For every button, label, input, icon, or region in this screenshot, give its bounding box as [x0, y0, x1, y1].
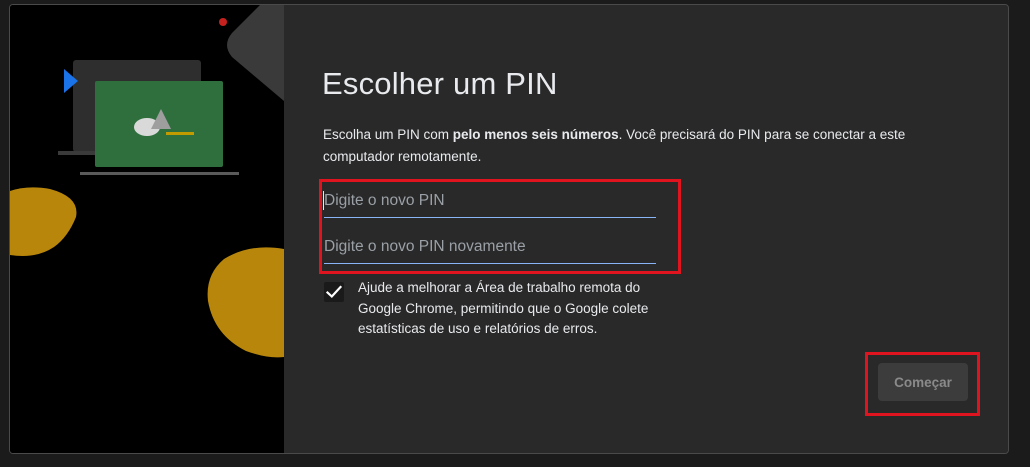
- instructions-text-start: Escolha um PIN com: [323, 127, 453, 142]
- pin-setup-dialog: Escolher um PIN Escolha um PIN com pelo …: [9, 4, 1009, 454]
- yellow-bar-shape: [166, 132, 194, 135]
- start-button-highlight: [865, 352, 980, 416]
- consent-label: Ajude a melhorar a Área de trabalho remo…: [358, 280, 649, 336]
- check-icon: [326, 285, 342, 299]
- consent-checkbox[interactable]: [324, 282, 344, 302]
- pin-form-panel: Escolher um PIN Escolha um PIN com pelo …: [284, 5, 1008, 453]
- pin-fields-highlight: [319, 179, 681, 274]
- red-dot: [219, 18, 227, 26]
- pin-instructions: Escolha um PIN com pelo menos seis númer…: [323, 124, 933, 168]
- monitor-stand: [80, 172, 239, 175]
- illustration-panel: [10, 5, 284, 453]
- page-title: Escolher um PIN: [322, 66, 558, 101]
- remote-desktop-illustration: [10, 5, 284, 453]
- instructions-emphasis: pelo menos seis números: [452, 127, 619, 142]
